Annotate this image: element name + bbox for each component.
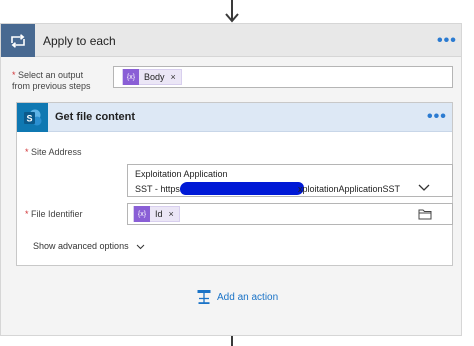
apply-to-each-title: Apply to each [43, 34, 116, 48]
apply-to-each-header[interactable]: Apply to each ••• [1, 24, 461, 57]
select-output-label: * Select an output from previous steps [12, 70, 91, 91]
folder-icon[interactable] [418, 208, 432, 220]
id-token-remove-button[interactable]: × [169, 209, 179, 219]
site-address-label: * Site Address [25, 147, 82, 157]
svg-text:S: S [26, 113, 32, 123]
add-an-action-label: Add an action [217, 291, 279, 303]
loop-icon [1, 24, 35, 57]
body-token-remove-button[interactable]: × [171, 72, 181, 82]
down-arrow-icon [225, 13, 239, 23]
get-file-content-more-menu[interactable]: ••• [427, 109, 447, 125]
id-token-label: Id [155, 209, 163, 219]
select-output-label-line1: Select an output [18, 70, 84, 80]
expression-token-icon: {x} [123, 69, 139, 85]
show-advanced-options-label: Show advanced options [33, 241, 129, 251]
file-identifier-label-text: File Identifier [31, 209, 83, 219]
site-address-dropdown[interactable]: Exploitation Application SST - https:// … [127, 164, 453, 197]
select-output-input[interactable]: {x} Body × [113, 66, 453, 88]
chevron-down-icon [136, 244, 145, 249]
apply-to-each-more-menu[interactable]: ••• [437, 33, 457, 49]
get-file-content-header[interactable]: S Get file content ••• [17, 103, 452, 132]
file-identifier-input[interactable]: {x} Id × [127, 203, 453, 225]
site-address-label-text: Site Address [31, 147, 82, 157]
sharepoint-icon: S [17, 103, 48, 132]
site-address-url-end: xploitationApplicationSST [298, 184, 401, 194]
add-an-action-button[interactable]: Add an action [196, 289, 278, 305]
get-file-content-title: Get file content [55, 111, 136, 123]
chevron-down-icon[interactable] [418, 184, 430, 192]
redaction-mark [179, 182, 305, 195]
body-token[interactable]: {x} Body × [122, 69, 182, 85]
add-action-icon [197, 290, 211, 304]
expression-token-icon: {x} [134, 206, 150, 222]
file-identifier-label: * File Identifier [25, 209, 83, 219]
show-advanced-options-toggle[interactable]: Show advanced options [33, 241, 145, 251]
id-token[interactable]: {x} Id × [133, 206, 180, 222]
select-output-label-line2: from previous steps [12, 81, 91, 91]
bottom-connector-line [231, 336, 233, 346]
get-file-content-card: S Get file content ••• * Site Address Ex… [16, 102, 453, 266]
site-address-name: Exploitation Application [135, 169, 228, 179]
body-token-label: Body [144, 72, 165, 82]
